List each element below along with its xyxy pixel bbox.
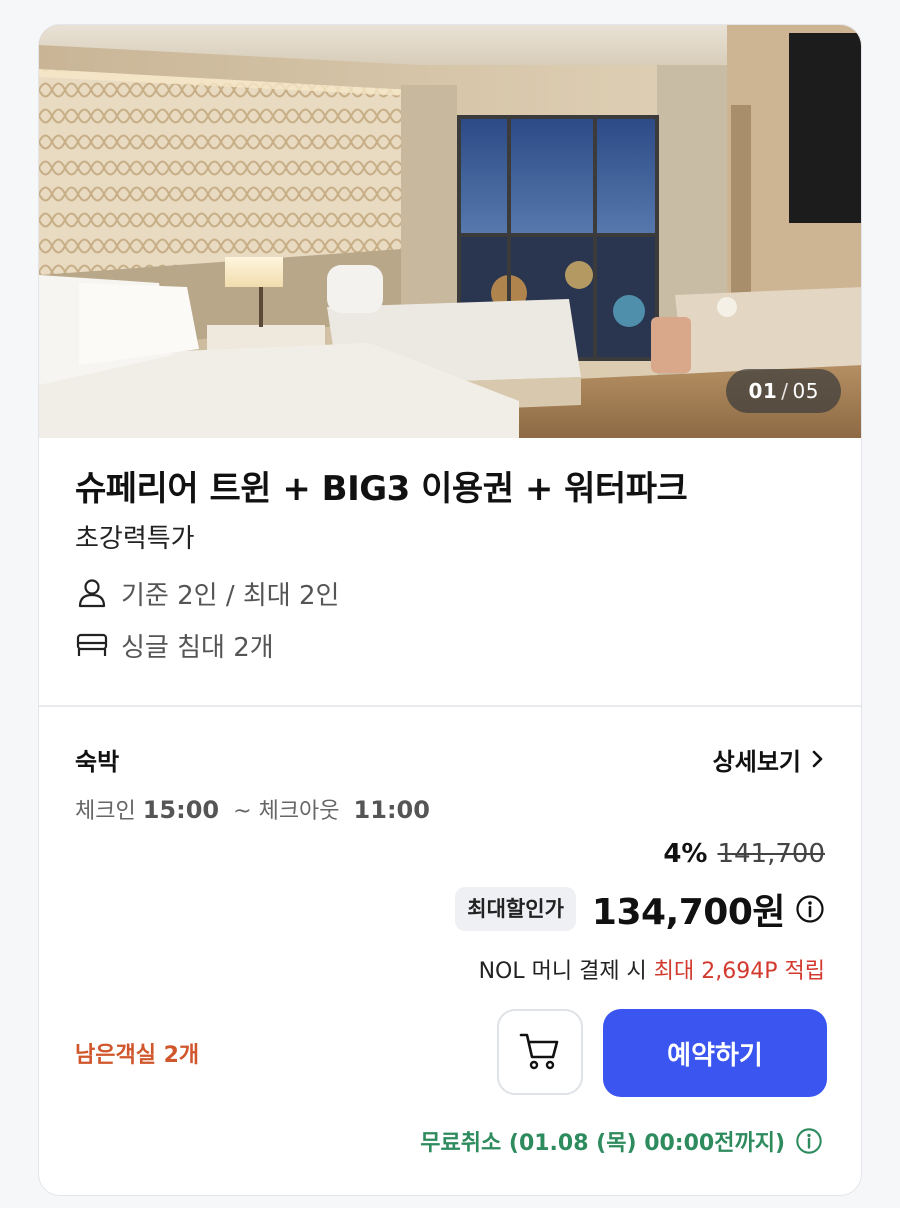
checkin-label: 체크인 <box>75 799 136 824</box>
room-card: 01/05 슈페리어 트윈 + BIG3 이용권 + 워터파크 초강력특가 기준… <box>38 24 862 1196</box>
section-divider <box>39 705 861 707</box>
cart-button[interactable] <box>497 1009 583 1095</box>
bed-row: 싱글 침대 2개 <box>75 627 825 663</box>
checkout-time: 11:00 <box>353 796 430 824</box>
occupancy-text: 기준 2인 / 최대 2인 <box>121 580 340 611</box>
cancel-info-icon[interactable] <box>795 1127 823 1155</box>
checkout-label: 체크아웃 <box>258 799 340 824</box>
remaining-rooms: 남은객실 2개 <box>75 1043 200 1068</box>
price-row: 최대할인가 134,700원 <box>455 883 825 935</box>
nol-money-prefix: NOL 머니 결제 시 <box>478 959 647 984</box>
price-info-icon[interactable] <box>795 894 825 924</box>
gallery-separator: / <box>781 379 789 403</box>
book-button[interactable]: 예약하기 <box>603 1009 827 1097</box>
stay-header: 숙박 상세보기 <box>75 739 825 779</box>
nol-money-point: 최대 2,694P 적립 <box>653 959 825 984</box>
person-icon <box>75 576 109 610</box>
chevron-right-icon <box>811 749 825 769</box>
gallery-total: 05 <box>792 379 819 403</box>
final-price: 134,700원 <box>591 892 786 933</box>
bed-icon <box>75 628 109 662</box>
cart-icon <box>518 1028 562 1076</box>
free-cancellation: 무료취소 (01.08 (목) 00:00전까지) <box>420 1125 823 1157</box>
gallery-counter: 01/05 <box>726 369 841 413</box>
discount-row: 4% 141,700 <box>663 839 825 869</box>
max-discount-tag: 최대할인가 <box>455 887 576 931</box>
detail-link[interactable]: 상세보기 <box>713 742 825 777</box>
free-cancellation-text: 무료취소 (01.08 (목) 00:00전까지) <box>420 1131 785 1156</box>
room-info: 슈페리어 트윈 + BIG3 이용권 + 워터파크 초강력특가 기준 2인 / … <box>75 465 825 663</box>
checkin-time: 15:00 <box>142 796 220 824</box>
book-button-label: 예약하기 <box>667 1040 763 1071</box>
discount-rate: 4% <box>663 839 708 869</box>
bed-text: 싱글 침대 2개 <box>121 632 274 663</box>
detail-link-label: 상세보기 <box>712 747 801 776</box>
checkin-checkout: 체크인 15:00 ~ 체크아웃 11:00 <box>75 793 430 825</box>
room-subtitle: 초강력특가 <box>75 524 195 554</box>
original-price: 141,700 <box>717 839 825 869</box>
room-title: 슈페리어 트윈 + BIG3 이용권 + 워터파크 <box>75 469 688 509</box>
checkin-separator: ~ <box>233 799 252 824</box>
room-photo[interactable]: 01/05 <box>39 25 861 438</box>
nol-money-reward: NOL 머니 결제 시 최대 2,694P 적립 <box>479 953 825 985</box>
stay-label: 숙박 <box>75 747 120 776</box>
gallery-current: 01 <box>748 379 778 403</box>
occupancy-row: 기준 2인 / 최대 2인 <box>75 575 825 611</box>
